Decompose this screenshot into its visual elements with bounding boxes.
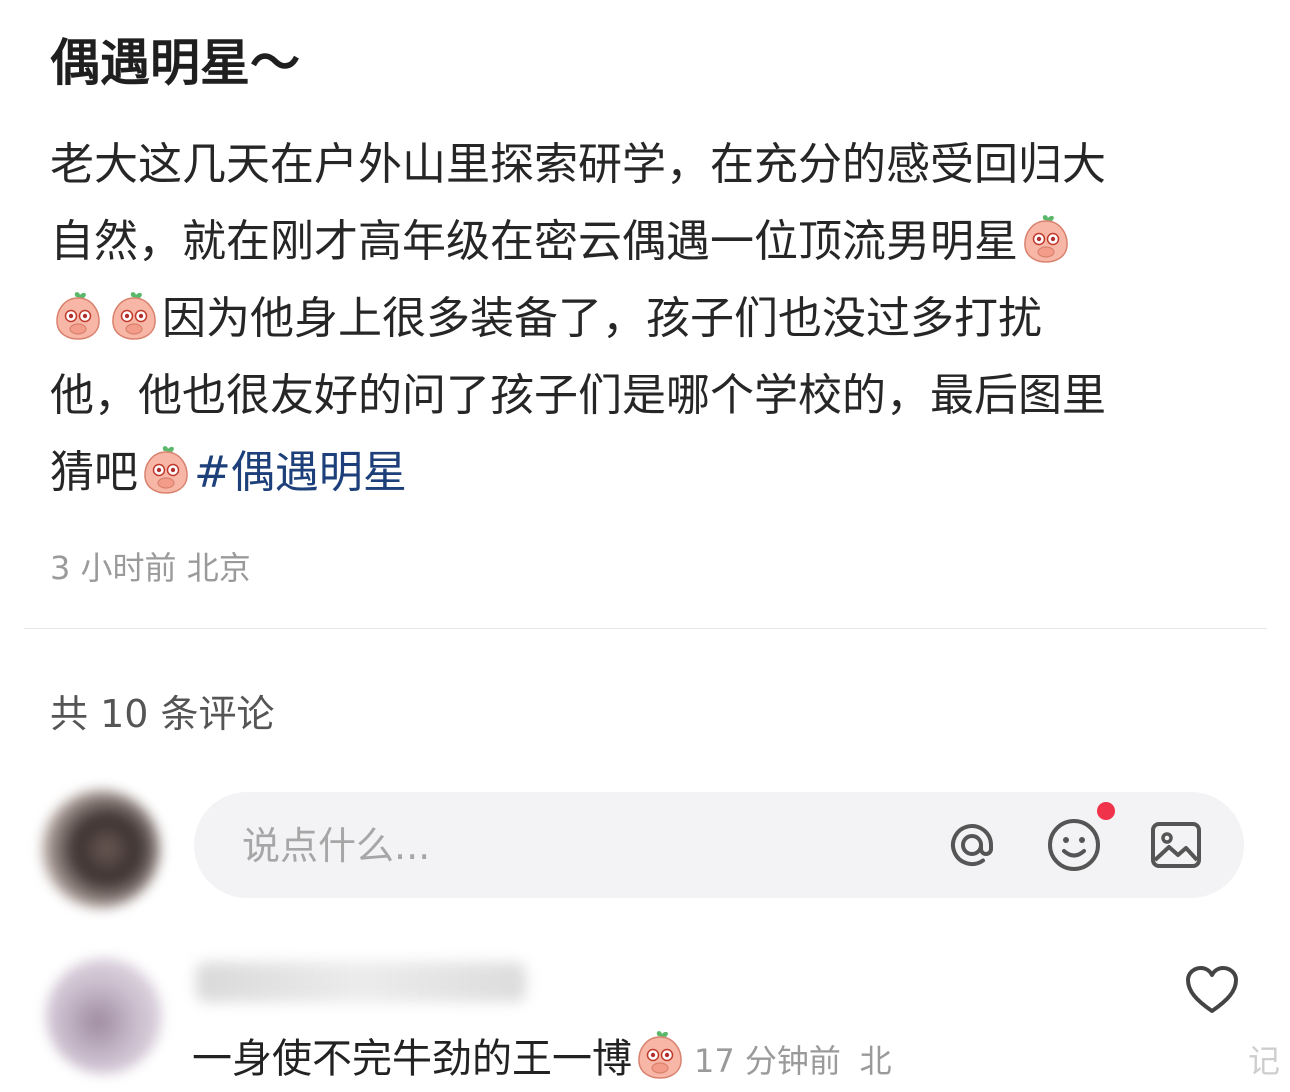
peach-shy-emoji-icon [1020, 212, 1072, 264]
comment-text: 一身使不完牛劲的王一博 [192, 1036, 632, 1082]
comment-input-box[interactable] [194, 792, 1244, 898]
post-title: 偶遇明星～ [50, 34, 300, 92]
post-line-5: 猜吧 #偶遇明星 [50, 434, 1240, 511]
peach-shy-emoji-icon [52, 289, 104, 341]
post-line-3-text: 因为他身上很多装备了，孩子们也没过多打扰 [162, 293, 1042, 344]
smiley-icon[interactable] [1044, 815, 1104, 875]
comment-count: 共 10 条评论 [50, 692, 275, 736]
post-line-1: 老大这几天在户外山里探索研学，在充分的感受回归大 [50, 139, 1106, 190]
commenter-avatar[interactable] [46, 958, 162, 1074]
hashtag-link[interactable]: #偶遇明星 [194, 447, 407, 498]
at-icon[interactable] [942, 815, 1002, 875]
post-line-5-text: 猜吧 [50, 447, 138, 498]
comment-body: 一身使不完牛劲的王一博 17 分钟前 北 [192, 1028, 892, 1090]
post-line-4: 他，他也很友好的问了孩子们是哪个学校的，最后图里 [50, 370, 1106, 421]
post-body: 老大这几天在户外山里探索研学，在充分的感受回归大 自然，就在刚才高年级在密云偶遇… [50, 126, 1240, 511]
notification-dot [1097, 802, 1115, 820]
my-avatar[interactable] [42, 790, 160, 908]
post-time: 3 小时前 [50, 549, 177, 587]
commenter-name-blurred[interactable] [196, 962, 526, 1002]
post-line-2: 自然，就在刚才高年级在密云偶遇一位顶流男明星 [50, 203, 1240, 280]
comment-input[interactable] [240, 812, 884, 880]
post-meta: 3 小时前 北京 [50, 546, 251, 590]
post-line-2-text: 自然，就在刚才高年级在密云偶遇一位顶流男明星 [50, 216, 1018, 267]
watermark: 记 [1247, 1042, 1280, 1080]
post-line-3: 因为他身上很多装备了，孩子们也没过多打扰 [50, 280, 1240, 357]
comment-time: 17 分钟前 [694, 1042, 841, 1080]
peach-shy-emoji-icon [108, 289, 160, 341]
divider [24, 628, 1267, 629]
post-location: 北京 [186, 549, 251, 587]
peach-curious-emoji-icon [140, 443, 192, 495]
comment-location: 北 [859, 1042, 892, 1080]
peach-smug-emoji-icon [634, 1028, 686, 1080]
image-icon[interactable] [1146, 815, 1206, 875]
heart-icon[interactable] [1184, 964, 1240, 1016]
